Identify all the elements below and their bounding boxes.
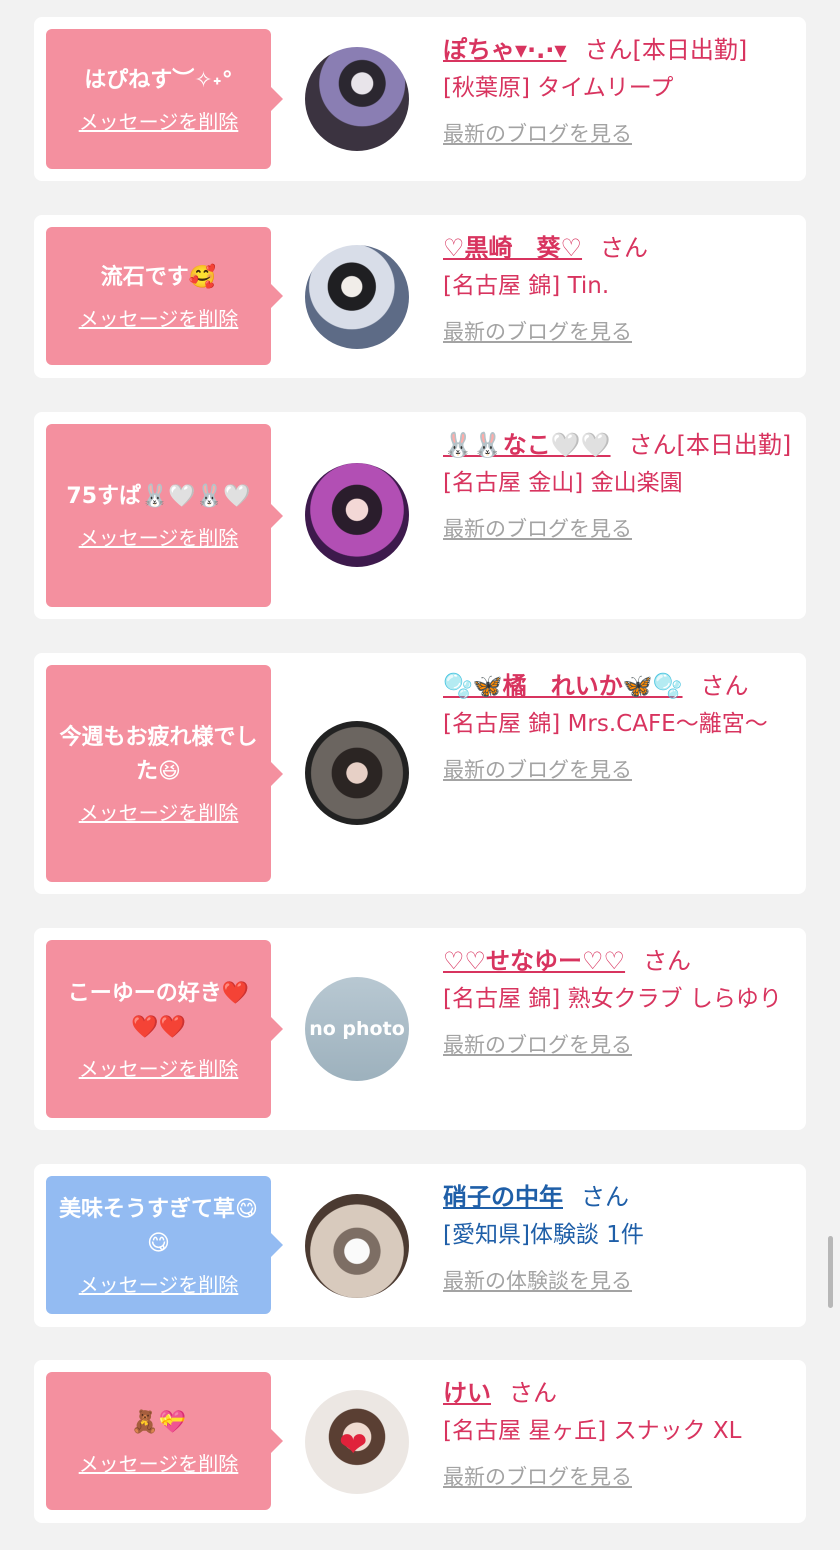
message-text: 美味そうすぎて草😋😋	[59, 1196, 258, 1256]
honorific: さん	[600, 234, 649, 262]
message-text: はぴねす︶✧˖°	[84, 67, 233, 93]
sender-name-line: 🫧🦋橘 れいか🦋🫧 さん	[443, 668, 795, 705]
avatar[interactable]	[305, 463, 409, 567]
honorific: さん	[628, 431, 677, 459]
avatar[interactable]	[305, 47, 409, 151]
avatar[interactable]	[305, 1194, 409, 1298]
work-status: [本日出勤]	[632, 36, 748, 64]
sender-name-line: ぽちゃ▾·.·▾ さん[本日出勤]	[443, 32, 795, 69]
message-card: 今週もお疲れ様でした😆 メッセージを削除 🫧🦋橘 れいか🦋🫧 さん [名古屋 錦]…	[34, 653, 806, 894]
message-text: 流石です🥰	[100, 264, 217, 290]
delete-message-link[interactable]: メッセージを削除	[79, 1269, 239, 1298]
sender-info: けい さん [名古屋 星ヶ丘] スナック XL 最新のブログを見る	[443, 1375, 795, 1492]
work-status: [本日出勤]	[676, 431, 792, 459]
avatar[interactable]: ❤	[305, 1390, 409, 1494]
honorific: さん	[584, 36, 633, 64]
shop-name: [名古屋 金山] 金山楽園	[443, 470, 683, 496]
sender-name-link[interactable]: 🐰🐰なこ🤍🤍	[443, 431, 611, 459]
scrollbar[interactable]	[828, 1236, 833, 1308]
sender-name-line: ♡黒崎 葵♡ さん	[443, 230, 795, 267]
latest-report-link[interactable]: 最新の体験談を見る	[443, 1266, 795, 1296]
sender-name-line: けい さん	[443, 1375, 795, 1412]
delete-message-link[interactable]: メッセージを削除	[79, 106, 239, 135]
heart-icon: ❤	[339, 1425, 368, 1465]
message-card: はぴねす︶✧˖° メッセージを削除 ぽちゃ▾·.·▾ さん[本日出勤] [秋葉原]…	[34, 17, 806, 181]
message-bubble: 🧸💝 メッセージを削除	[46, 1372, 283, 1510]
sender-name-line: ♡♡せなゆー♡♡ さん	[443, 943, 795, 980]
latest-blog-link[interactable]: 最新のブログを見る	[443, 317, 795, 347]
message-card: 75すぱ🐰🤍🐰🤍 メッセージを削除 🐰🐰なこ🤍🤍 さん[本日出勤] [名古屋 金山…	[34, 412, 806, 619]
latest-blog-link[interactable]: 最新のブログを見る	[443, 119, 795, 149]
sender-name-line: 硝子の中年 さん	[443, 1179, 795, 1216]
shop-name: [名古屋 錦] Tin.	[443, 273, 610, 299]
shop-name: [名古屋 錦] Mrs.CAFE〜離宮〜	[443, 711, 768, 737]
message-card: こーゆーの好き❤️❤️❤️ メッセージを削除 no photo ♡♡せなゆー♡♡…	[34, 928, 806, 1130]
sender-name-link[interactable]: ♡黒崎 葵♡	[443, 234, 582, 262]
message-card: 美味そうすぎて草😋😋 メッセージを削除 硝子の中年 さん [愛知県]体験談 1件 …	[34, 1164, 806, 1327]
message-bubble: 流石です🥰 メッセージを削除	[46, 227, 283, 365]
shop-name: [名古屋 錦] 熟女クラブ しらゆり	[443, 986, 782, 1012]
message-list: はぴねす︶✧˖° メッセージを削除 ぽちゃ▾·.·▾ さん[本日出勤] [秋葉原]…	[0, 0, 840, 1550]
sender-name-link[interactable]: 硝子の中年	[443, 1183, 563, 1211]
avatar[interactable]	[305, 245, 409, 349]
sender-name-link[interactable]: けい	[443, 1379, 491, 1407]
latest-blog-link[interactable]: 最新のブログを見る	[443, 755, 795, 785]
delete-message-link[interactable]: メッセージを削除	[79, 797, 239, 826]
message-bubble: はぴねす︶✧˖° メッセージを削除	[46, 29, 283, 169]
shop-name: [名古屋 星ヶ丘] スナック XL	[443, 1418, 742, 1444]
honorific: さん	[643, 947, 692, 975]
latest-blog-link[interactable]: 最新のブログを見る	[443, 1462, 795, 1492]
sender-name-link[interactable]: ♡♡せなゆー♡♡	[443, 947, 625, 975]
sender-info: 🫧🦋橘 れいか🦋🫧 さん [名古屋 錦] Mrs.CAFE〜離宮〜 最新のブログを…	[443, 668, 795, 785]
delete-message-link[interactable]: メッセージを削除	[79, 1448, 239, 1477]
message-bubble: 75すぱ🐰🤍🐰🤍 メッセージを削除	[46, 424, 283, 607]
message-card: 流石です🥰 メッセージを削除 ♡黒崎 葵♡ さん [名古屋 錦] Tin. 最新の…	[34, 215, 806, 378]
sender-info: ぽちゃ▾·.·▾ さん[本日出勤] [秋葉原] タイムリープ 最新のブログを見る	[443, 32, 795, 149]
sender-info: ♡♡せなゆー♡♡ さん [名古屋 錦] 熟女クラブ しらゆり 最新のブログを見る	[443, 943, 795, 1060]
delete-message-link[interactable]: メッセージを削除	[79, 1053, 239, 1082]
report-count: [愛知県]体験談 1件	[443, 1222, 644, 1248]
message-card: 🧸💝 メッセージを削除 ❤ けい さん [名古屋 星ヶ丘] スナック XL 最新の…	[34, 1360, 806, 1523]
message-text: こーゆーの好き❤️❤️❤️	[67, 980, 250, 1040]
latest-blog-link[interactable]: 最新のブログを見る	[443, 514, 795, 544]
sender-name-link[interactable]: 🫧🦋橘 れいか🦋🫧	[443, 672, 683, 700]
sender-name-link[interactable]: ぽちゃ▾·.·▾	[443, 36, 566, 64]
sender-name-line: 🐰🐰なこ🤍🤍 さん[本日出勤]	[443, 427, 795, 464]
delete-message-link[interactable]: メッセージを削除	[79, 303, 239, 332]
message-text: 🧸💝	[131, 1409, 186, 1435]
message-text: 75すぱ🐰🤍🐰🤍	[66, 484, 251, 509]
no-photo-text: no photo	[309, 1018, 405, 1040]
sender-info: 硝子の中年 さん [愛知県]体験談 1件 最新の体験談を見る	[443, 1179, 795, 1296]
delete-message-link[interactable]: メッセージを削除	[79, 522, 239, 551]
message-text: 今週もお疲れ様でした😆	[59, 725, 258, 784]
avatar[interactable]	[305, 721, 409, 825]
honorific: さん	[509, 1379, 557, 1407]
shop-name: [秋葉原] タイムリープ	[443, 75, 674, 101]
sender-info: 🐰🐰なこ🤍🤍 さん[本日出勤] [名古屋 金山] 金山楽園 最新のブログを見る	[443, 427, 795, 544]
latest-blog-link[interactable]: 最新のブログを見る	[443, 1030, 795, 1060]
honorific: さん	[700, 672, 749, 700]
no-photo-avatar[interactable]: no photo	[305, 977, 409, 1081]
message-bubble: 今週もお疲れ様でした😆 メッセージを削除	[46, 665, 283, 882]
message-bubble: こーゆーの好き❤️❤️❤️ メッセージを削除	[46, 940, 283, 1118]
message-bubble: 美味そうすぎて草😋😋 メッセージを削除	[46, 1176, 283, 1314]
honorific: さん	[581, 1183, 629, 1211]
sender-info: ♡黒崎 葵♡ さん [名古屋 錦] Tin. 最新のブログを見る	[443, 230, 795, 347]
